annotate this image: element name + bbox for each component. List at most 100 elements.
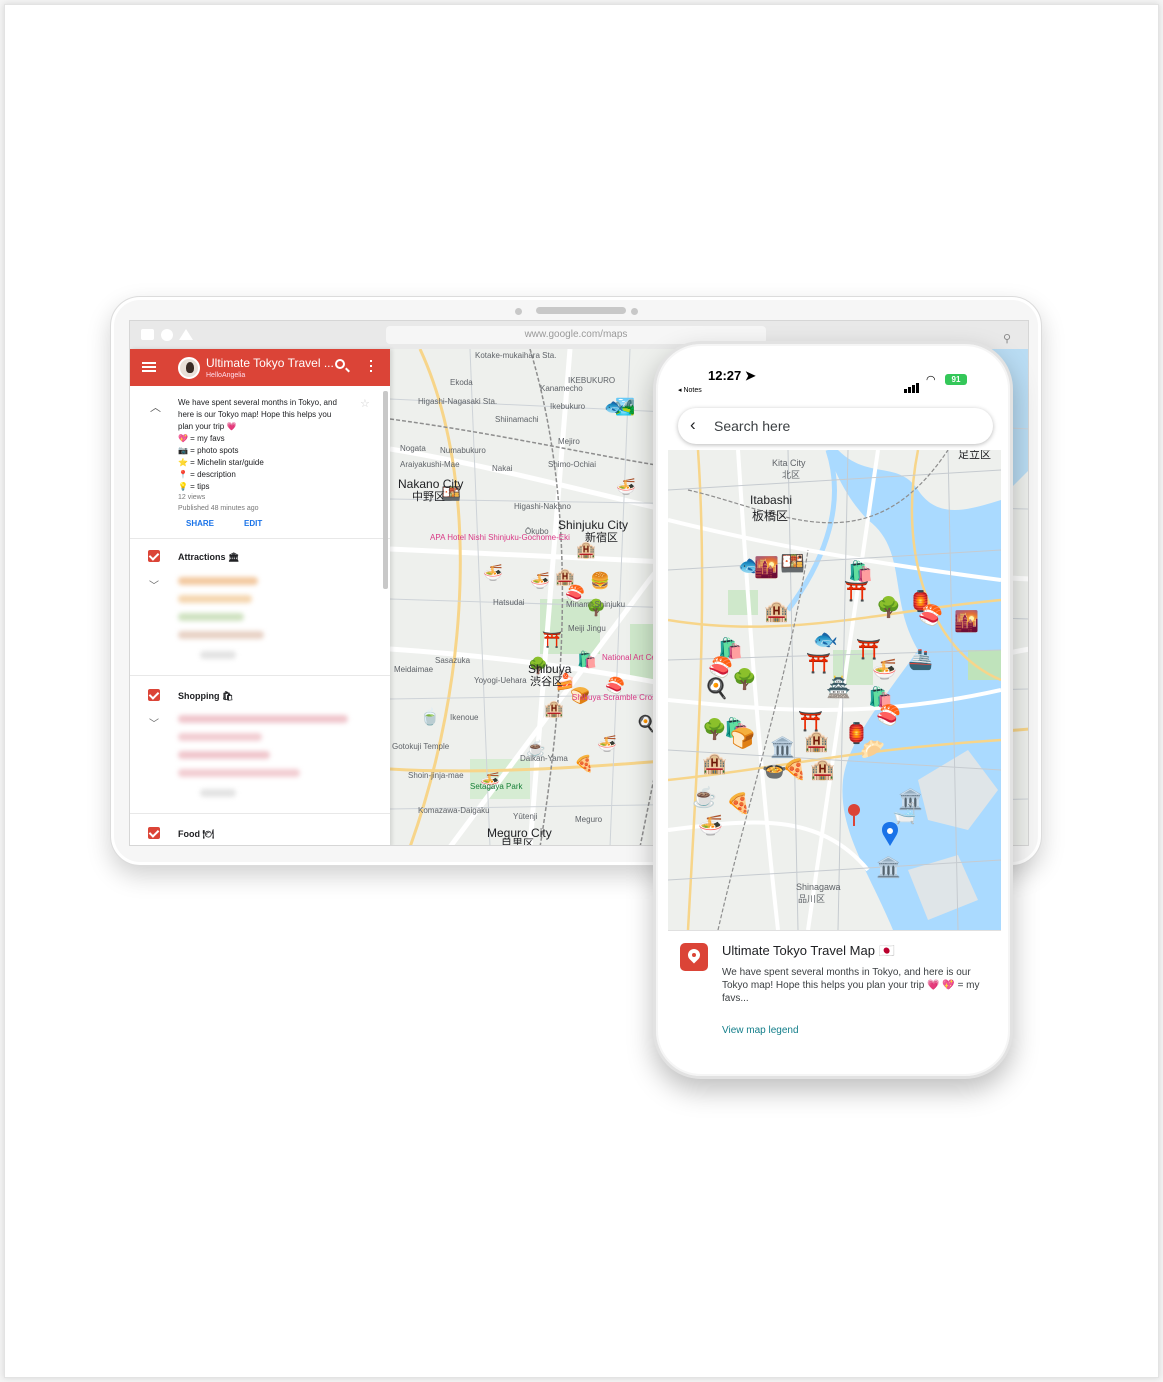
map-title: Ultimate Tokyo Travel ... — [206, 356, 334, 370]
map-label: 中野区 — [412, 490, 445, 503]
square-icon[interactable] — [141, 329, 154, 340]
place-sheet[interactable]: Ultimate Tokyo Travel Map 🇯🇵 We have spe… — [668, 930, 1001, 1040]
map-label: Shinjuku City — [558, 518, 628, 532]
svg-text:🍜: 🍜 — [616, 478, 636, 496]
triangle-icon[interactable] — [179, 329, 193, 340]
star-outline-icon[interactable]: ☆ — [360, 397, 370, 410]
svg-text:🌳: 🌳 — [732, 667, 757, 691]
map-label: Setagaya Park — [470, 782, 523, 791]
map-pin-icon — [680, 943, 708, 971]
status-time-text: 12:27 — [708, 368, 742, 383]
search-icon[interactable] — [335, 359, 345, 369]
search-icon[interactable]: ⚲ — [1003, 330, 1011, 348]
layer-name-attractions[interactable]: Attractions 🏛 — [178, 552, 239, 563]
back-to-notes[interactable]: ◂ Notes — [678, 386, 702, 394]
phone-map-canvas[interactable]: 🐟 🌇 🍱 🛍️ ⛩️ 🌳 🏮 🍣 🌇 🏨 🛍️ 🍣 🌳 🍳 🐟 ⛩️ ⛩️ 🍜 🏯 🛍️ 🍣 🚢 🌳 🛍️ ⛩… — [668, 450, 1001, 930]
scrollbar[interactable] — [383, 391, 388, 589]
chevron-up-icon[interactable]: ︿ — [150, 399, 161, 415]
tablet-speaker — [536, 307, 626, 314]
menu-icon[interactable] — [142, 362, 156, 372]
map-label: Hatsudai — [493, 598, 525, 607]
svg-text:🍕: 🍕 — [574, 754, 594, 773]
map-label: Itabashi — [750, 493, 792, 507]
svg-text:🍕: 🍕 — [726, 791, 751, 815]
map-label: Shimo-Ochiai — [548, 460, 596, 469]
sidebar-header: Ultimate Tokyo Travel ... HelloAngelia — [130, 349, 390, 386]
svg-text:🐟: 🐟 — [604, 399, 624, 416]
map-label: 目黒区 — [501, 837, 534, 846]
map-label: Higashi-Nagasaki Sta. — [418, 397, 497, 406]
map-label: Nakai — [492, 464, 513, 473]
map-label: 板橋区 — [752, 509, 788, 523]
layer-checkbox-attractions[interactable] — [148, 550, 160, 562]
map-label: Kanamecho — [540, 384, 583, 393]
map-label: APA Hotel Nishi Shinjuku-Gochome-Eki — [430, 533, 570, 542]
map-label: Nogata — [400, 444, 426, 453]
blurred-item — [178, 733, 262, 741]
blurred-item — [178, 631, 264, 639]
svg-text:🛍️: 🛍️ — [848, 559, 873, 583]
blurred-item — [178, 751, 270, 759]
wifi-icon: ◠ — [926, 374, 936, 386]
layer-name-food[interactable]: Food 🍽 — [178, 829, 214, 840]
blurred-item — [178, 715, 348, 723]
map-label: Meidaimae — [394, 665, 434, 674]
map-label: Araiyakushi-Mae — [400, 460, 460, 469]
svg-text:🍳: 🍳 — [704, 676, 729, 700]
description-line: 💡 = tips — [178, 482, 210, 491]
map-label: Higashi-Nakano — [514, 502, 571, 511]
svg-text:🍜: 🍜 — [872, 658, 897, 681]
svg-text:🍣: 🍣 — [918, 603, 943, 627]
search-input[interactable]: ‹ Search here — [678, 408, 993, 444]
map-label: Shiinamachi — [495, 415, 539, 424]
svg-text:🛍️: 🛍️ — [577, 650, 597, 669]
map-label: Yoyogi-Uehara — [474, 676, 527, 685]
svg-text:🏨: 🏨 — [764, 601, 789, 623]
divider — [130, 813, 390, 814]
map-label: Shinagawa — [796, 882, 841, 892]
share-button[interactable]: SHARE — [186, 519, 214, 528]
layer-checkbox-food[interactable] — [148, 827, 160, 839]
map-label: Mejiro — [558, 437, 580, 446]
map-label: Shoin-jinja-mae — [408, 771, 464, 780]
svg-text:🍣: 🍣 — [708, 655, 733, 679]
map-label: Yūtenji — [513, 812, 538, 821]
author-name[interactable]: HelloAngelia — [206, 372, 245, 379]
svg-text:🏨: 🏨 — [804, 731, 829, 753]
avatar[interactable] — [178, 357, 200, 379]
svg-text:⛩️: ⛩️ — [542, 631, 562, 649]
svg-text:🏨: 🏨 — [555, 568, 575, 586]
blurred-item — [178, 595, 252, 603]
map-label: 新宿区 — [585, 530, 618, 544]
map-label: Shibuya — [528, 662, 572, 676]
layer-checkbox-shopping[interactable] — [148, 689, 160, 701]
sheet-description: We have spent several months in Tokyo, a… — [722, 967, 980, 1004]
chevron-down-icon[interactable]: ﹀ — [149, 577, 159, 592]
view-count: 12 views — [178, 494, 206, 501]
description-line: 💖 = my favs — [178, 434, 225, 443]
description-line: ⭐ = Michelin star/guide — [178, 458, 264, 467]
status-time: 12:27 ➤ — [708, 368, 756, 384]
chevron-down-icon[interactable]: ﹀ — [149, 715, 159, 730]
description-line: here is our Tokyo map! Hope this helps y… — [178, 410, 332, 419]
svg-text:🍣: 🍣 — [876, 703, 901, 727]
chevron-left-icon[interactable]: ‹ — [690, 415, 696, 435]
map-label: Minami-Shinjuku — [566, 600, 625, 609]
view-map-legend-link[interactable]: View map legend — [722, 1025, 799, 1036]
svg-text:🍔: 🍔 — [590, 571, 610, 590]
layer-name-shopping[interactable]: Shopping 🛍 — [178, 691, 233, 702]
divider — [130, 675, 390, 676]
svg-text:🍜: 🍜 — [597, 735, 617, 753]
svg-text:🏨: 🏨 — [544, 700, 564, 718]
map-label: IKEBUKURO — [568, 376, 615, 385]
svg-text:🍵: 🍵 — [420, 707, 440, 726]
circle-icon[interactable] — [161, 329, 173, 341]
map-label: Kotake-mukaihara Sta. — [475, 351, 556, 360]
map-label: Ikenoue — [450, 713, 479, 722]
map-label: Numabukuro — [440, 446, 486, 455]
more-vert-icon[interactable] — [370, 360, 372, 372]
location-arrow-icon: ➤ — [744, 368, 756, 383]
phone-map-svg: 🐟🌇 🍱 🛍️⛩️🌳 🏮🍣 🌇 🏨🛍️🍣 🌳🍳🐟 ⛩️⛩️🍜 🏯 🛍️🍣 🚢🌳🛍️ ⛩… — [668, 450, 1001, 930]
svg-text:🥟: 🥟 — [860, 739, 885, 761]
edit-button[interactable]: EDIT — [244, 519, 262, 528]
